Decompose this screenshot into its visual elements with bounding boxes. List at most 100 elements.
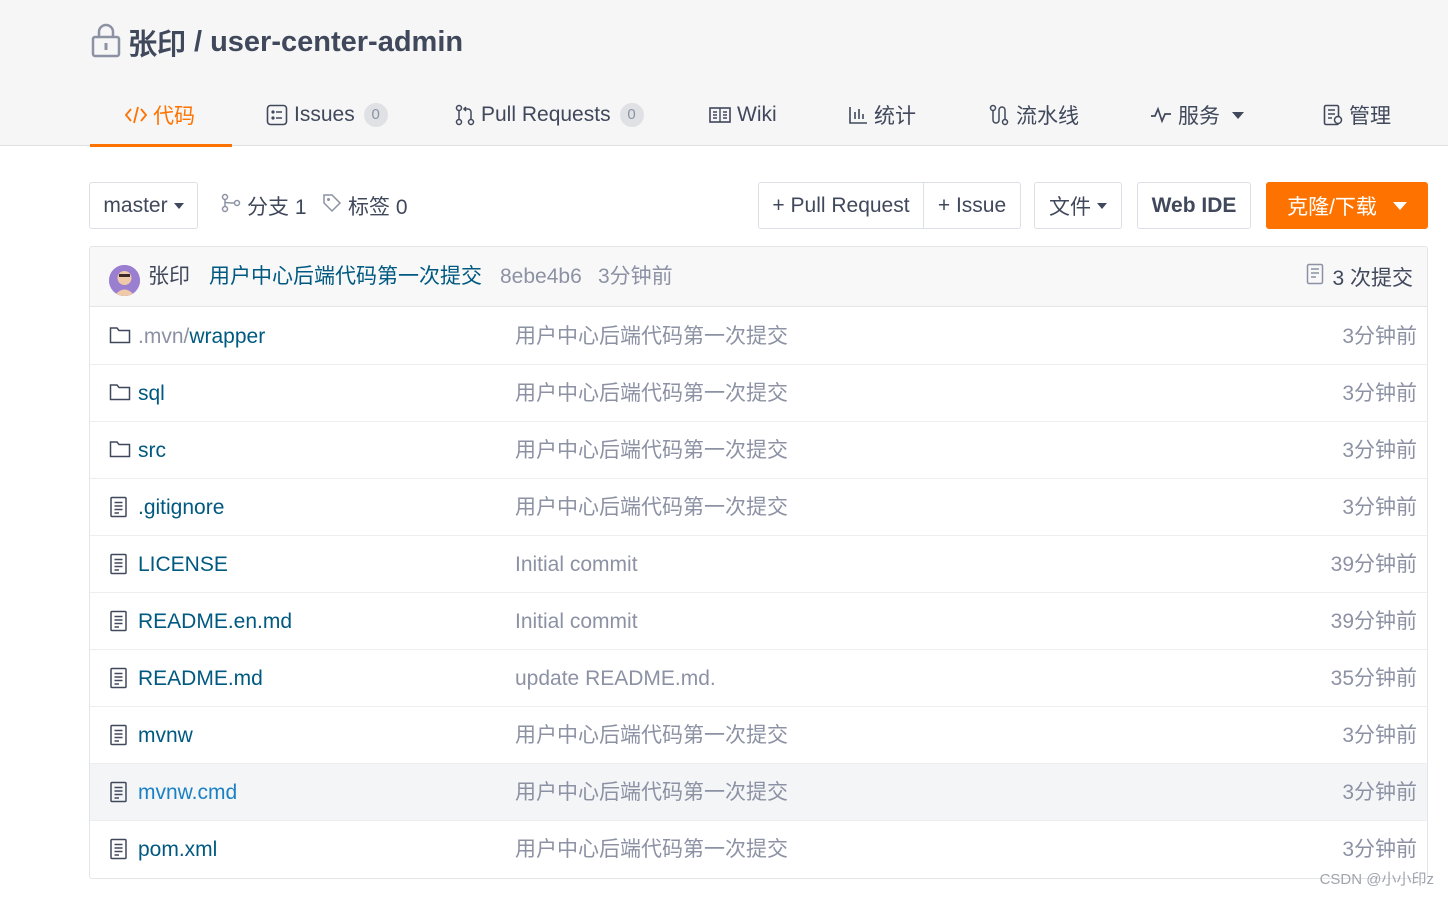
file-commit-message-link[interactable]: Initial commit (515, 593, 638, 650)
tab-wiki[interactable]: Wiki (709, 84, 777, 146)
branches-label: 分支 1 (247, 195, 307, 219)
repo-toolbar: master 分支 1 标签 0 + Pull Request + Issue … (89, 182, 1428, 229)
branches-link[interactable]: 分支 1 (221, 182, 307, 229)
commit-sha-link[interactable]: 8ebe4b6 (500, 247, 582, 307)
file-icon (109, 838, 131, 860)
repo-name-link[interactable]: user-center-admin (210, 26, 463, 59)
file-row[interactable]: README.en.md Initial commit 39分钟前 (90, 593, 1427, 650)
file-commit-time: 35分钟前 (1330, 667, 1417, 690)
file-row[interactable]: README.md update README.md. 35分钟前 (90, 650, 1427, 707)
file-icon (109, 553, 131, 575)
repo-tabs: 代码 Issues 0 Pull Requests 0 Wiki 统计 流水线 … (89, 84, 1429, 147)
file-commit-message-link[interactable]: 用户中心后端代码第一次提交 (515, 365, 788, 422)
commit-time: 3分钟前 (598, 265, 673, 288)
file-menu-label: 文件 (1049, 195, 1091, 219)
file-commit-message-link[interactable]: 用户中心后端代码第一次提交 (515, 764, 788, 821)
file-commit-message-link[interactable]: 用户中心后端代码第一次提交 (515, 422, 788, 479)
tab-pull-requests[interactable]: Pull Requests 0 (455, 84, 644, 146)
file-name-text: LICENSE (138, 553, 228, 576)
branch-select[interactable]: master (89, 182, 198, 229)
file-commit-message-link[interactable]: 用户中心后端代码第一次提交 (515, 479, 788, 536)
file-name-link[interactable]: LICENSE (138, 536, 228, 593)
file-name-text: pom.xml (138, 838, 218, 861)
tab-code-label: 代码 (153, 105, 195, 128)
commit-count-label: 3 次提交 (1332, 267, 1413, 290)
file-name-link[interactable]: mvnw.cmd (138, 764, 237, 821)
repo-owner-link[interactable]: 张印 (128, 21, 186, 63)
file-name-text: mvnw (138, 724, 193, 747)
pulse-icon (1150, 106, 1172, 124)
tab-manage-label: 管理 (1349, 105, 1391, 128)
clone-download-button[interactable]: 克隆/下载 (1266, 182, 1428, 229)
file-row[interactable]: mvnw.cmd 用户中心后端代码第一次提交 3分钟前 (90, 764, 1427, 821)
file-row[interactable]: sql 用户中心后端代码第一次提交 3分钟前 (90, 365, 1427, 422)
avatar[interactable] (109, 265, 140, 296)
folder-icon (109, 382, 131, 404)
file-row[interactable]: .gitignore 用户中心后端代码第一次提交 3分钟前 (90, 479, 1427, 536)
commit-message-link[interactable]: 用户中心后端代码第一次提交 (209, 247, 482, 307)
file-row[interactable]: mvnw 用户中心后端代码第一次提交 3分钟前 (90, 707, 1427, 764)
pipeline-icon (988, 104, 1010, 126)
file-commit-message-link[interactable]: 用户中心后端代码第一次提交 (515, 308, 788, 365)
file-name-link[interactable]: .mvn/wrapper (138, 308, 265, 365)
file-commit-message-link[interactable]: Initial commit (515, 536, 638, 593)
clone-download-label: 克隆/下载 (1287, 195, 1377, 219)
file-commit-message-link[interactable]: 用户中心后端代码第一次提交 (515, 707, 788, 764)
new-pull-request-button[interactable]: + Pull Request (758, 182, 924, 229)
folder-icon (109, 439, 131, 461)
issues-icon (266, 104, 288, 126)
file-commit-message-link[interactable]: 用户中心后端代码第一次提交 (515, 821, 788, 878)
file-row[interactable]: pom.xml 用户中心后端代码第一次提交 3分钟前 (90, 821, 1427, 878)
latest-commit-bar: 张印 用户中心后端代码第一次提交 8ebe4b6 3分钟前 3 次提交 (90, 247, 1427, 307)
branch-select-value: master (103, 193, 168, 217)
tab-pull-requests-label: Pull Requests (481, 103, 611, 126)
tags-label: 标签 0 (348, 195, 408, 219)
file-row[interactable]: LICENSE Initial commit 39分钟前 (90, 536, 1427, 593)
file-commit-time: 3分钟前 (1342, 496, 1417, 519)
history-icon (1306, 263, 1332, 291)
file-name-text: src (138, 439, 166, 462)
file-name-text: .gitignore (138, 496, 225, 519)
chevron-down-icon (1232, 111, 1244, 119)
file-icon (109, 781, 131, 803)
file-browser: 张印 用户中心后端代码第一次提交 8ebe4b6 3分钟前 3 次提交 .mvn… (89, 246, 1428, 879)
file-name-link[interactable]: pom.xml (138, 821, 217, 878)
file-name-link[interactable]: README.md (138, 650, 263, 707)
tab-stats-label: 统计 (874, 105, 916, 128)
tab-stats[interactable]: 统计 (848, 84, 916, 146)
repo-header: 张印 / user-center-admin 代码 Issues 0 Pull … (0, 0, 1448, 147)
tab-manage[interactable]: 管理 (1323, 84, 1391, 146)
tab-code[interactable]: 代码 (90, 84, 232, 147)
pull-requests-count-badge: 0 (619, 103, 644, 127)
web-ide-button[interactable]: Web IDE (1137, 182, 1251, 229)
file-name-text: mvnw.cmd (138, 781, 238, 804)
file-commit-time: 3分钟前 (1342, 439, 1417, 462)
new-issue-button[interactable]: + Issue (923, 182, 1021, 229)
tags-link[interactable]: 标签 0 (322, 182, 408, 229)
tab-wiki-label: Wiki (737, 103, 777, 126)
issues-count-badge: 0 (363, 103, 388, 127)
chevron-down-icon (173, 202, 184, 209)
file-name-text: sql (138, 382, 165, 405)
tab-pipeline[interactable]: 流水线 (988, 84, 1079, 146)
file-name-link[interactable]: .gitignore (138, 479, 224, 536)
file-commit-time: 39分钟前 (1330, 553, 1417, 576)
commit-count-link[interactable]: 3 次提交 (1306, 247, 1413, 307)
commit-author-link[interactable]: 张印 (148, 247, 190, 307)
file-list: .mvn/wrapper 用户中心后端代码第一次提交 3分钟前 sql 用户中心后端代码… (90, 308, 1427, 878)
file-icon (109, 667, 131, 689)
chevron-down-icon (1392, 201, 1407, 210)
file-row[interactable]: .mvn/wrapper 用户中心后端代码第一次提交 3分钟前 (90, 308, 1427, 365)
file-name-link[interactable]: README.en.md (138, 593, 292, 650)
file-menu-button[interactable]: 文件 (1034, 182, 1122, 229)
file-name-link[interactable]: mvnw (138, 707, 193, 764)
file-commit-message-link[interactable]: update README.md. (515, 650, 716, 707)
tab-services[interactable]: 服务 (1150, 84, 1244, 146)
file-name-link[interactable]: sql (138, 365, 165, 422)
chevron-down-icon (1097, 202, 1107, 209)
file-name-link[interactable]: src (138, 422, 166, 479)
tag-icon (322, 193, 348, 219)
folder-icon (109, 325, 131, 347)
tab-issues[interactable]: Issues 0 (266, 84, 388, 146)
file-row[interactable]: src 用户中心后端代码第一次提交 3分钟前 (90, 422, 1427, 479)
